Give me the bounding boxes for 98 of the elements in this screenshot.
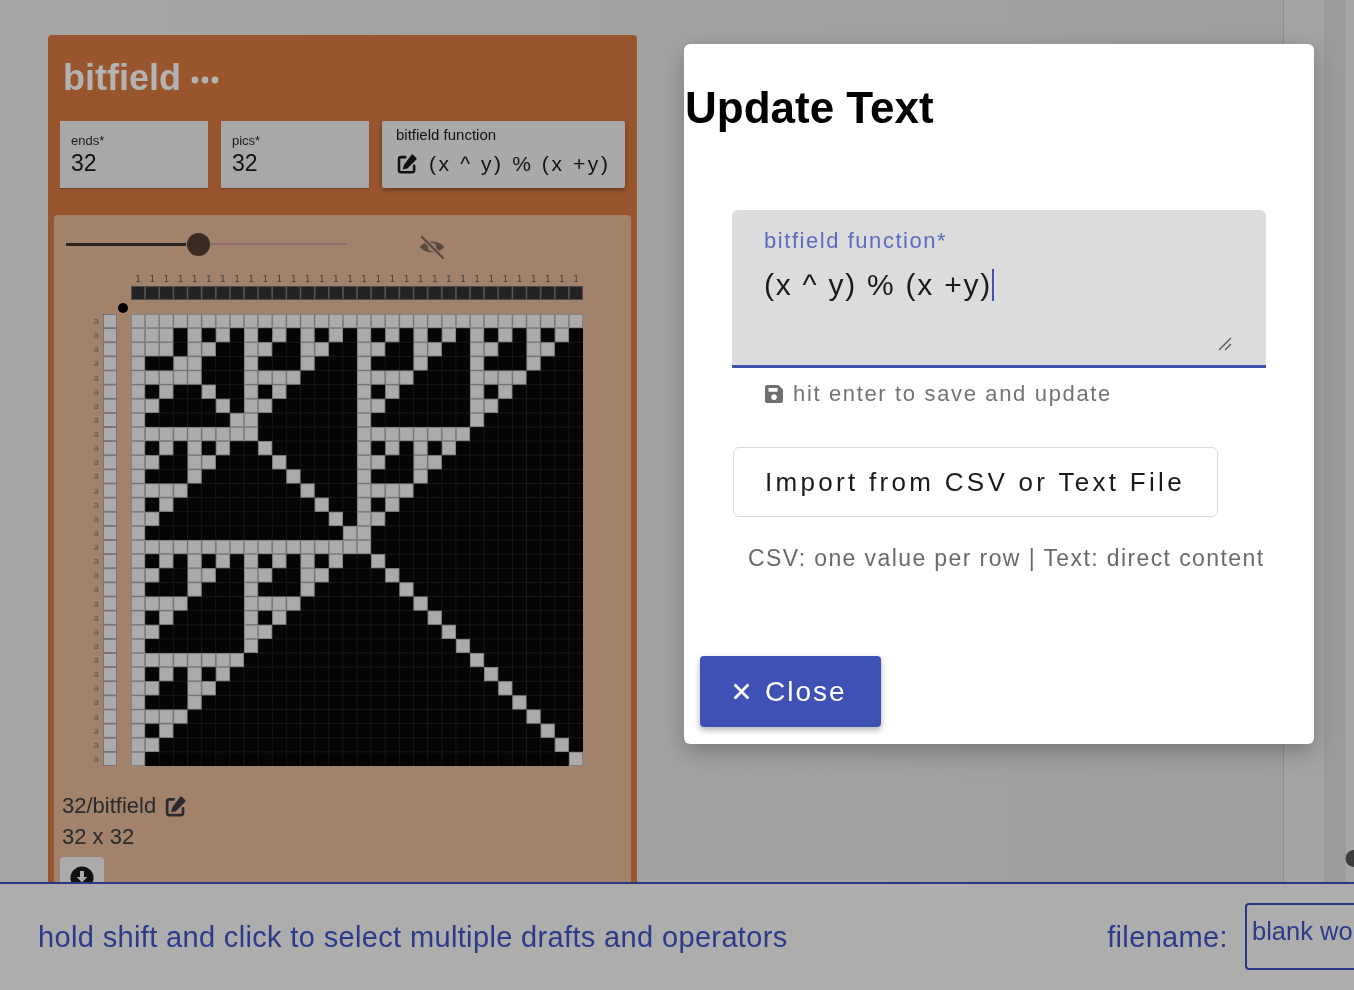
field-label: pics*	[232, 133, 261, 149]
import-button[interactable]: Import from CSV or Text File	[733, 447, 1218, 517]
resize-handle-icon[interactable]	[1218, 337, 1232, 351]
draft-size: 32 x 32	[62, 823, 135, 851]
weft-label: a	[93, 569, 99, 583]
weft-label: a	[93, 371, 99, 385]
weft-label: a	[93, 512, 99, 526]
warp-number: 1	[459, 273, 467, 286]
status-message: hold shift and click to select multiple drafts and operators	[38, 920, 788, 954]
weft-label: a	[93, 385, 99, 399]
warp-number: 1	[233, 273, 241, 286]
warp-number: 1	[501, 273, 509, 286]
eye-slash-icon[interactable]	[418, 235, 446, 259]
warp-number: 1	[289, 273, 298, 286]
warp-number: 1	[572, 273, 580, 286]
weft-label: a	[93, 442, 99, 456]
weft-label: a	[93, 399, 99, 413]
filename-input[interactable]: blank wo	[1245, 902, 1354, 970]
warp-number: 1	[148, 273, 156, 286]
weft-label: a	[93, 343, 99, 357]
weft-label: a	[93, 710, 99, 724]
weft-label: a	[93, 625, 99, 639]
warp-number: 1	[402, 273, 411, 286]
save-icon	[764, 384, 784, 404]
warp-number: 1	[430, 273, 439, 286]
field-value[interactable]: (x ^ y) % (x +y)	[764, 265, 994, 305]
warp-number: 1	[543, 273, 552, 286]
warp-number: 1	[374, 273, 382, 286]
field-label: bitfield function*	[764, 227, 948, 255]
weft-label: a	[93, 639, 99, 653]
weft-label: a	[93, 583, 99, 597]
warp-number: 1	[332, 273, 340, 286]
weft-label: a	[93, 526, 99, 540]
weft-label: a	[93, 752, 99, 766]
draft-grid[interactable]	[131, 314, 583, 766]
warp-number: 1	[204, 273, 213, 286]
more-icon[interactable]	[191, 76, 219, 84]
function-button[interactable]: bitfield function (x ^ y) % (x +y)	[382, 121, 625, 188]
warp-number: 1	[134, 273, 142, 286]
weft-label: a	[93, 555, 99, 569]
weft-label: a	[93, 428, 99, 442]
warp-number: 1	[416, 273, 425, 286]
weft-label: a	[93, 484, 99, 498]
warp-number: 1	[445, 273, 453, 286]
weft-label: a	[93, 597, 99, 611]
field-value[interactable]: 32	[71, 149, 97, 177]
weft-label: a	[93, 724, 99, 738]
weft-label: a	[93, 456, 99, 470]
warp-number: 1	[529, 273, 538, 286]
weft-label: a	[93, 470, 99, 484]
weft-label: a	[93, 611, 99, 625]
close-icon	[733, 683, 750, 700]
function-textarea[interactable]: bitfield function* (x ^ y) % (x +y)	[732, 210, 1266, 368]
warp-strip[interactable]	[131, 286, 583, 300]
warp-number: 1	[388, 273, 396, 286]
hint-text: hit enter to save and update	[793, 381, 1112, 407]
warp-number: 1	[360, 273, 368, 286]
warp-number: 1	[162, 273, 170, 286]
draft-title: bitfield	[63, 56, 181, 100]
warp-number: 1	[176, 273, 185, 286]
warp-number: 1	[190, 273, 199, 286]
weft-strip[interactable]	[103, 314, 117, 766]
warp-number: 1	[317, 273, 326, 286]
warp-number: 1	[219, 273, 227, 286]
weft-label: a	[93, 413, 99, 427]
dot-icon	[118, 303, 128, 313]
warp-number: 1	[515, 273, 524, 286]
number-field[interactable]: ends* 32	[60, 121, 208, 188]
field-label: ends*	[71, 133, 105, 149]
weft-label: a	[93, 696, 99, 710]
import-note: CSV: one value per row | Text: direct content	[748, 545, 1265, 571]
warp-number: 1	[558, 273, 566, 286]
number-field[interactable]: pics* 32	[221, 121, 369, 188]
weft-label: a	[93, 654, 99, 668]
weft-label: a	[93, 541, 99, 555]
warp-number: 1	[261, 273, 269, 286]
warp-number: 1	[473, 273, 481, 286]
filename-label: filename:	[1107, 920, 1228, 954]
close-button[interactable]: Close	[700, 656, 881, 727]
slider-thumb[interactable]	[186, 232, 210, 256]
weft-label: a	[93, 682, 99, 696]
draft-name: 32/bitfield	[62, 792, 157, 820]
warp-number: 1	[303, 273, 312, 286]
weft-label: a	[93, 315, 99, 329]
warp-number: 1	[487, 273, 495, 286]
edit-icon	[396, 153, 418, 175]
weft-label: a	[93, 668, 99, 682]
warp-number: 1	[247, 273, 255, 286]
weft-label: a	[93, 357, 99, 371]
weft-label: a	[93, 738, 99, 752]
field-value[interactable]: 32	[232, 149, 258, 177]
weft-label: a	[93, 498, 99, 512]
weft-label: a	[93, 329, 99, 343]
dialog-title: Update Text	[685, 84, 934, 132]
edit-icon[interactable]	[164, 794, 188, 818]
warp-number: 1	[346, 273, 354, 286]
download-button[interactable]	[60, 857, 104, 882]
warp-number: 1	[275, 273, 283, 286]
